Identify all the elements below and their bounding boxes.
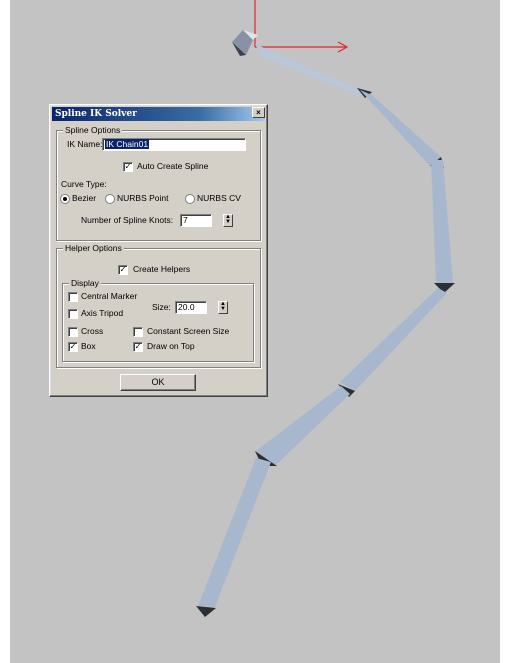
auto-create-spline-label: Auto Create Spline — [137, 161, 209, 171]
bone-root[interactable] — [232, 30, 258, 56]
bone-4[interactable] — [338, 288, 447, 397]
bone-1[interactable] — [255, 44, 372, 98]
auto-create-spline-checkbox[interactable]: ✓ — [123, 162, 133, 172]
spline-options-legend: Spline Options — [63, 125, 123, 136]
spline-ik-solver-dialog: Spline IK Solver × Spline Options IK Nam… — [49, 104, 268, 397]
display-group: Display Central Marker Axis Tripod Cross… — [62, 278, 254, 362]
central-marker-label: Central Marker — [81, 291, 138, 301]
create-helpers-label: Create Helpers — [133, 264, 191, 274]
ok-button[interactable]: OK — [120, 374, 196, 391]
ik-name-value: IK Chain01 — [105, 139, 150, 149]
spline-knots-spinner-icon[interactable]: ▲ ▼ — [223, 214, 233, 227]
spline-knots-label: Number of Spline Knots: — [81, 215, 174, 225]
spline-options-group: Spline Options IK Name: IK Chain01 ✓ Aut… — [56, 125, 261, 241]
helper-options-group: Helper Options ✓ Create Helpers Display … — [56, 243, 261, 368]
ik-name-input[interactable]: IK Chain01 — [102, 138, 246, 151]
bone-3[interactable] — [431, 160, 455, 293]
cross-checkbox[interactable] — [68, 327, 78, 337]
curve-type-nurbs-cv-radio[interactable] — [185, 194, 195, 204]
box-label: Box — [81, 341, 96, 351]
curve-type-nurbs-point-label: NURBS Point — [117, 193, 169, 203]
central-marker-checkbox[interactable] — [68, 292, 78, 302]
size-label: Size: — [152, 302, 171, 312]
transform-gizmo-icon[interactable] — [254, 0, 349, 53]
dialog-title: Spline IK Solver — [52, 107, 265, 121]
create-helpers-checkbox[interactable]: ✓ — [118, 265, 128, 275]
axis-tripod-checkbox[interactable] — [68, 309, 78, 319]
draw-on-top-label: Draw on Top — [147, 341, 195, 351]
constant-screen-size-checkbox[interactable] — [133, 327, 143, 337]
size-input[interactable]: 20.0 — [175, 301, 207, 314]
cross-label: Cross — [81, 326, 104, 336]
helper-options-legend: Helper Options — [63, 243, 124, 254]
curve-type-nurbs-point-radio[interactable] — [105, 194, 115, 204]
display-legend: Display — [69, 278, 101, 289]
close-icon[interactable]: × — [252, 107, 265, 118]
axis-tripod-label: Axis Tripod — [81, 308, 124, 318]
draw-on-top-checkbox[interactable]: ✓ — [133, 342, 143, 352]
curve-type-bezier-label: Bezier — [72, 193, 97, 203]
curve-type-nurbs-cv-label: NURBS CV — [197, 193, 241, 203]
bone-5[interactable] — [255, 386, 350, 466]
curve-type-label: Curve Type: — [61, 179, 107, 189]
size-spinner-icon[interactable]: ▲ ▼ — [218, 301, 228, 314]
curve-type-bezier-radio[interactable] — [60, 194, 70, 204]
bone-2[interactable] — [360, 90, 444, 168]
spline-knots-input[interactable]: 7 — [180, 214, 212, 227]
box-checkbox[interactable]: ✓ — [68, 342, 78, 352]
constant-screen-size-label: Constant Screen Size — [147, 326, 230, 336]
ik-name-label: IK Name: — [67, 139, 103, 149]
bone-6[interactable] — [196, 458, 271, 617]
